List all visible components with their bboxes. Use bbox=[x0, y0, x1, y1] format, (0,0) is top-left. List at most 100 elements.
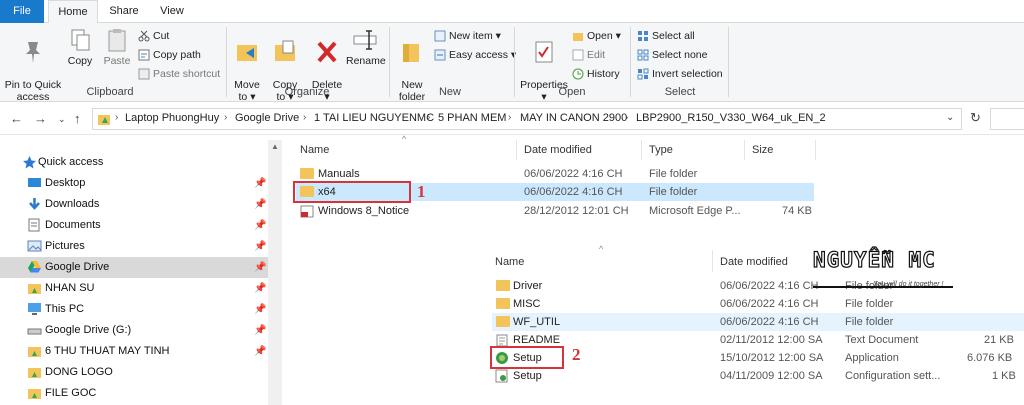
tab-home[interactable]: Home bbox=[48, 0, 98, 24]
sidebar-item-quick-access[interactable]: Quick access bbox=[0, 152, 268, 173]
tab-view[interactable]: View bbox=[152, 0, 192, 23]
breadcrumb-item[interactable]: LBP2900_R150_V330_W64_uk_EN_2 bbox=[636, 112, 826, 124]
group-open-label: Open bbox=[558, 86, 586, 98]
copy-to-icon bbox=[275, 40, 295, 61]
search-box[interactable] bbox=[990, 108, 1024, 130]
history-button[interactable]: History bbox=[572, 66, 620, 82]
list-item[interactable]: Windows 8_Notice 28/12/2012 12:01 CH Mic… bbox=[296, 202, 814, 220]
column-header-date[interactable]: Date modified bbox=[524, 144, 592, 156]
breadcrumb-chevron: › bbox=[508, 112, 512, 123]
sort-indicator-icon: ^ bbox=[402, 134, 407, 144]
column-header-size[interactable]: Size bbox=[752, 144, 773, 156]
ribbon-separator bbox=[630, 27, 631, 97]
address-bar-row: ← → ⌄ ↑ › Laptop PhuongHuy › Google Driv… bbox=[0, 103, 1024, 135]
new-item-button[interactable]: New item ▾ bbox=[434, 28, 501, 44]
google-drive-folder-icon bbox=[28, 368, 41, 378]
address-path-box[interactable]: › Laptop PhuongHuy › Google Drive › 1 TA… bbox=[92, 108, 962, 130]
google-drive-folder-icon bbox=[28, 389, 41, 399]
sidebar-item-this-pc[interactable]: This PC 📌 bbox=[0, 299, 268, 320]
properties-icon bbox=[535, 41, 553, 63]
scissors-icon bbox=[138, 30, 150, 42]
rename-button[interactable]: Rename bbox=[346, 27, 386, 67]
tab-file[interactable]: File bbox=[0, 0, 44, 23]
refresh-icon[interactable]: ↻ bbox=[970, 110, 981, 126]
folder-icon bbox=[300, 168, 314, 179]
desktop-icon bbox=[28, 178, 41, 187]
paste-label: Paste bbox=[103, 55, 131, 67]
sidebar-label: This PC bbox=[45, 303, 85, 315]
group-clipboard-label: Clipboard bbox=[86, 86, 134, 98]
select-all-button[interactable]: Select all bbox=[637, 28, 695, 44]
pin-icon: 📌 bbox=[254, 325, 267, 336]
sidebar-label: FILE GOC bbox=[45, 387, 97, 399]
watermark-logo: NGUYỄN MC You will do it together ! bbox=[812, 247, 968, 290]
column-header-date[interactable]: Date modified bbox=[720, 256, 788, 268]
list-item[interactable]: WF_UTIL 06/06/2022 4:16 CH File folder bbox=[492, 313, 1024, 331]
breadcrumb-chevron: › bbox=[303, 112, 307, 123]
sidebar-item-nhan-su[interactable]: NHAN SU 📌 bbox=[0, 278, 268, 299]
edit-icon bbox=[572, 49, 584, 61]
column-header-type[interactable]: Type bbox=[649, 144, 673, 156]
sidebar-item-file-goc[interactable]: FILE GOC bbox=[0, 383, 268, 404]
select-none-label: Select none bbox=[652, 49, 708, 61]
download-icon bbox=[29, 198, 40, 210]
up-arrow-icon[interactable]: ↑ bbox=[74, 111, 81, 126]
copy-path-label: Copy path bbox=[153, 49, 201, 61]
breadcrumb-item[interactable]: 5 PHAN MEM bbox=[438, 112, 506, 124]
drive-icon bbox=[27, 328, 42, 335]
annotation-number-1: 1 bbox=[417, 182, 426, 201]
open-label: Open ▾ bbox=[587, 30, 621, 42]
watermark-brand: NGUYỄN MC bbox=[812, 247, 936, 272]
copy-button[interactable]: Copy bbox=[64, 27, 96, 67]
breadcrumb-item[interactable]: MAY IN CANON 2900 bbox=[520, 112, 627, 124]
breadcrumb-item[interactable]: Laptop PhuongHuy bbox=[125, 112, 219, 124]
list-item[interactable]: MISC 06/06/2022 4:16 CH File folder bbox=[492, 295, 1024, 313]
sidebar-label: Google Drive (G:) bbox=[45, 324, 132, 336]
select-none-icon bbox=[637, 49, 649, 61]
breadcrumb-item[interactable]: 1 TAI LIEU NGUYENMC bbox=[314, 112, 434, 124]
tab-share[interactable]: Share bbox=[103, 0, 145, 23]
group-organize-label: Organize bbox=[284, 86, 330, 98]
address-dropdown-icon[interactable]: ⌄ bbox=[946, 112, 954, 123]
ribbon-separator bbox=[514, 27, 515, 97]
ribbon-separator bbox=[389, 27, 390, 97]
paste-shortcut-button[interactable]: Paste shortcut bbox=[138, 66, 220, 82]
scroll-up-icon[interactable]: ▲ bbox=[271, 142, 279, 151]
ribbon-separator bbox=[728, 27, 729, 97]
sidebar-item-downloads[interactable]: Downloads 📌 bbox=[0, 194, 268, 215]
cut-button[interactable]: Cut bbox=[138, 28, 169, 44]
highlight-box-1 bbox=[293, 181, 411, 203]
copy-path-button[interactable]: Copy path bbox=[138, 47, 201, 63]
select-all-label: Select all bbox=[652, 30, 695, 42]
sidebar-item-pictures[interactable]: Pictures 📌 bbox=[0, 236, 268, 257]
sidebar-item-documents[interactable]: Documents 📌 bbox=[0, 215, 268, 236]
forward-arrow-icon[interactable]: → bbox=[34, 111, 47, 126]
sidebar-item-google-drive[interactable]: Google Drive 📌 bbox=[0, 257, 268, 278]
paste-button[interactable]: Paste bbox=[100, 27, 134, 67]
delete-icon bbox=[317, 41, 337, 63]
list-item[interactable]: Setup 04/11/2009 12:00 SA Configuration … bbox=[492, 367, 1024, 385]
google-drive-path-icon bbox=[98, 115, 110, 125]
edge-pdf-icon bbox=[300, 205, 314, 218]
open-button[interactable]: Open ▾ bbox=[572, 28, 621, 44]
ribbon-home: Pin to Quick access Copy Paste Cut Copy … bbox=[0, 23, 1024, 103]
pin-icon: 📌 bbox=[254, 304, 267, 315]
column-header-name[interactable]: Name bbox=[300, 144, 329, 156]
sidebar-label: Documents bbox=[45, 219, 101, 231]
easy-access-button[interactable]: Easy access ▾ bbox=[434, 47, 516, 63]
edit-button[interactable]: Edit bbox=[572, 47, 605, 63]
invert-selection-button[interactable]: Invert selection bbox=[637, 66, 723, 82]
sidebar-item-desktop[interactable]: Desktop 📌 bbox=[0, 173, 268, 194]
column-header-name[interactable]: Name bbox=[495, 256, 524, 268]
sidebar-scrollbar[interactable]: ▲ bbox=[268, 140, 282, 405]
pin-to-quick-access-button[interactable]: Pin to Quick access bbox=[4, 27, 62, 103]
pin-icon: 📌 bbox=[254, 220, 267, 231]
sidebar-item-6-thu-thuat-may-tinh[interactable]: 6 THU THUAT MAY TINH 📌 bbox=[0, 341, 268, 362]
back-arrow-icon[interactable]: ← bbox=[10, 111, 23, 126]
select-none-button[interactable]: Select none bbox=[637, 47, 707, 63]
sidebar-item-dong-logo[interactable]: DONG LOGO bbox=[0, 362, 268, 383]
recent-dropdown-icon[interactable]: ⌄ bbox=[58, 114, 66, 125]
breadcrumb-item[interactable]: Google Drive bbox=[235, 112, 299, 124]
navigation-pane: Quick access Desktop 📌 Downloads 📌 Docum… bbox=[0, 140, 268, 405]
sidebar-item-google-drive-g[interactable]: Google Drive (G:) 📌 bbox=[0, 320, 268, 341]
